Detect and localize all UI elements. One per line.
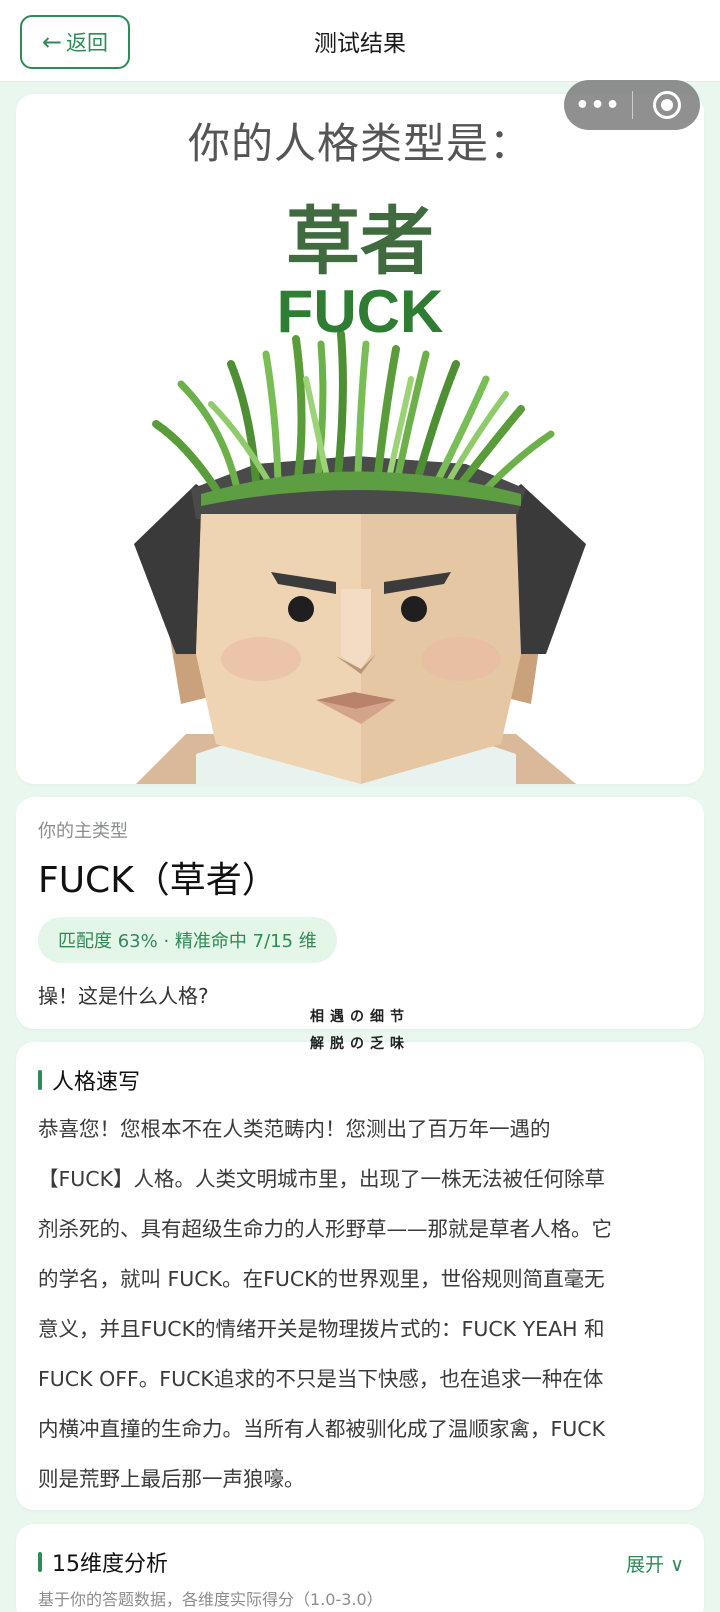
more-icon[interactable]: •••	[564, 93, 632, 118]
dimension-analysis-card: 15维度分析 展开 ∨ 基于你的答题数据，各维度实际得分（1.0-3.0）	[16, 1524, 704, 1612]
dimension-title: 15维度分析	[52, 1552, 168, 1577]
main-type-card: 你的主类型 FUCK（草者） 匹配度 63% · 精准命中 7/15 维 操！这…	[16, 797, 704, 1029]
section-accent-bar	[38, 1552, 42, 1572]
sketch-line: 剂杀死的、具有超级生命力的人形野草——那就是草者人格。它	[38, 1217, 612, 1241]
main-type-label: 你的主类型	[38, 821, 128, 842]
section-accent-bar	[38, 1070, 42, 1090]
dimension-heading: 15维度分析	[38, 1546, 168, 1578]
result-type-cn: 草者	[286, 199, 434, 285]
sketch-line: 则是荒野上最后那一声狼嚎。	[38, 1467, 305, 1491]
match-badge: 匹配度 63% · 精准命中 7/15 维	[38, 917, 337, 963]
main-type-name: FUCK（草者）	[38, 860, 278, 901]
result-type-en: FUCK	[276, 278, 444, 345]
miniprogram-capsule: •••	[564, 80, 700, 130]
sketch-line: 内横冲直撞的生命力。当所有人都被驯化成了温顺家禽，FUCK	[38, 1417, 606, 1441]
watermark-line-1: 相遇の细节	[310, 1009, 410, 1025]
dimension-subtitle: 基于你的答题数据，各维度实际得分（1.0-3.0）	[38, 1590, 383, 1609]
sketch-title: 人格速写	[52, 1070, 141, 1095]
result-image-card: 你的人格类型是： 草者 FUCK	[16, 94, 704, 784]
page-title: 测试结果	[314, 31, 406, 57]
nav-bar: ← 返回 测试结果	[0, 0, 720, 82]
main-type-desc: 操！这是什么人格?	[38, 984, 209, 1008]
sketch-line: 【FUCK】人格。人类文明城市里，出现了一株无法被任何除草	[38, 1167, 606, 1191]
sketch-body: 恭喜您！您根本不在人类范畴内！您测出了百万年一遇的 【FUCK】人格。人类文明城…	[38, 1104, 684, 1504]
personality-sketch-card: 人格速写 恭喜您！您根本不在人类范畴内！您测出了百万年一遇的 【FUCK】人格。…	[16, 1042, 704, 1510]
sketch-line: FUCK OFF。FUCK追求的不只是当下快感，也在追求一种在体	[38, 1367, 604, 1391]
sketch-line: 恭喜您！您根本不在人类范畴内！您测出了百万年一遇的	[38, 1117, 551, 1141]
sketch-line: 的学名，就叫 FUCK。在FUCK的世界观里，世俗规则简直毫无	[38, 1267, 605, 1291]
sketch-heading: 人格速写	[38, 1064, 140, 1096]
sketch-line: 意义，并且FUCK的情绪开关是物理拨片式的：FUCK YEAH 和	[38, 1317, 605, 1341]
watermark-line-2: 解脱の乏味	[310, 1036, 410, 1052]
close-miniprogram-icon[interactable]	[633, 91, 700, 119]
expand-button[interactable]: 展开 ∨	[626, 1550, 684, 1577]
